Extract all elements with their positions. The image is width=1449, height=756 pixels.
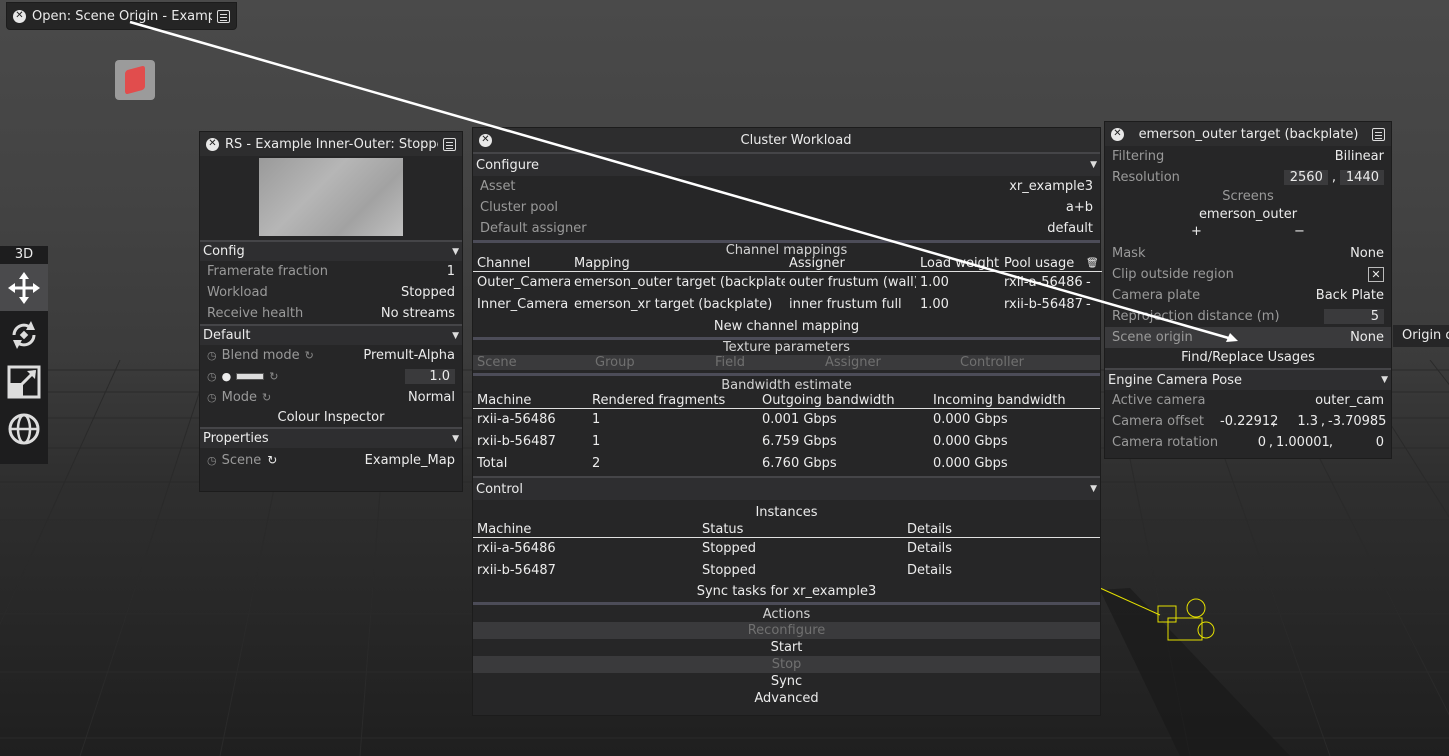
link-drag-line: [129, 20, 1238, 342]
